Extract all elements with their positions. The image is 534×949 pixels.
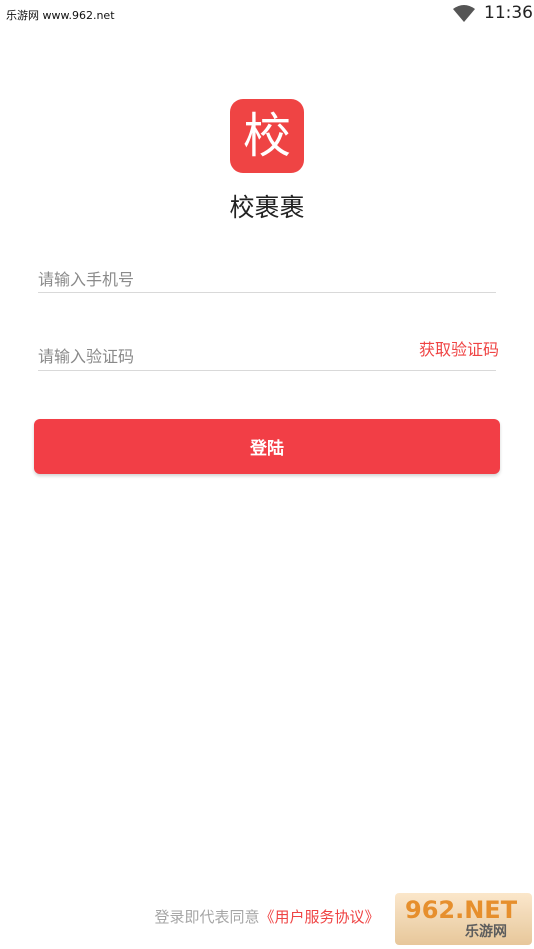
app-logo-icon: 校 bbox=[230, 99, 304, 173]
app-title: 校裹裹 bbox=[229, 193, 305, 222]
login-button[interactable]: 登陆 bbox=[34, 419, 500, 474]
code-divider bbox=[38, 370, 496, 371]
status-bar: 乐游网 www.962.net 11:36 bbox=[0, 0, 534, 28]
watermark-badge-name: 乐游网 bbox=[465, 924, 507, 940]
phone-input[interactable] bbox=[38, 264, 408, 294]
watermark-badge-domain: 962.NET bbox=[405, 896, 518, 924]
verification-code-input[interactable] bbox=[38, 341, 408, 371]
user-agreement-link[interactable]: 《用户服务协议》 bbox=[260, 908, 380, 926]
clock: 11:36 bbox=[484, 3, 533, 23]
login-button-label: 登陆 bbox=[250, 439, 284, 459]
app-logo-char: 校 bbox=[242, 108, 291, 164]
phone-divider bbox=[38, 292, 496, 293]
agreement-prefix: 登录即代表同意 bbox=[154, 908, 260, 926]
get-code-button[interactable]: 获取验证码 bbox=[419, 336, 499, 360]
watermark-text: 乐游网 www.962.net bbox=[6, 9, 115, 22]
wifi-icon bbox=[453, 5, 475, 22]
watermark-badge: 962.NET 乐游网 bbox=[395, 893, 532, 945]
